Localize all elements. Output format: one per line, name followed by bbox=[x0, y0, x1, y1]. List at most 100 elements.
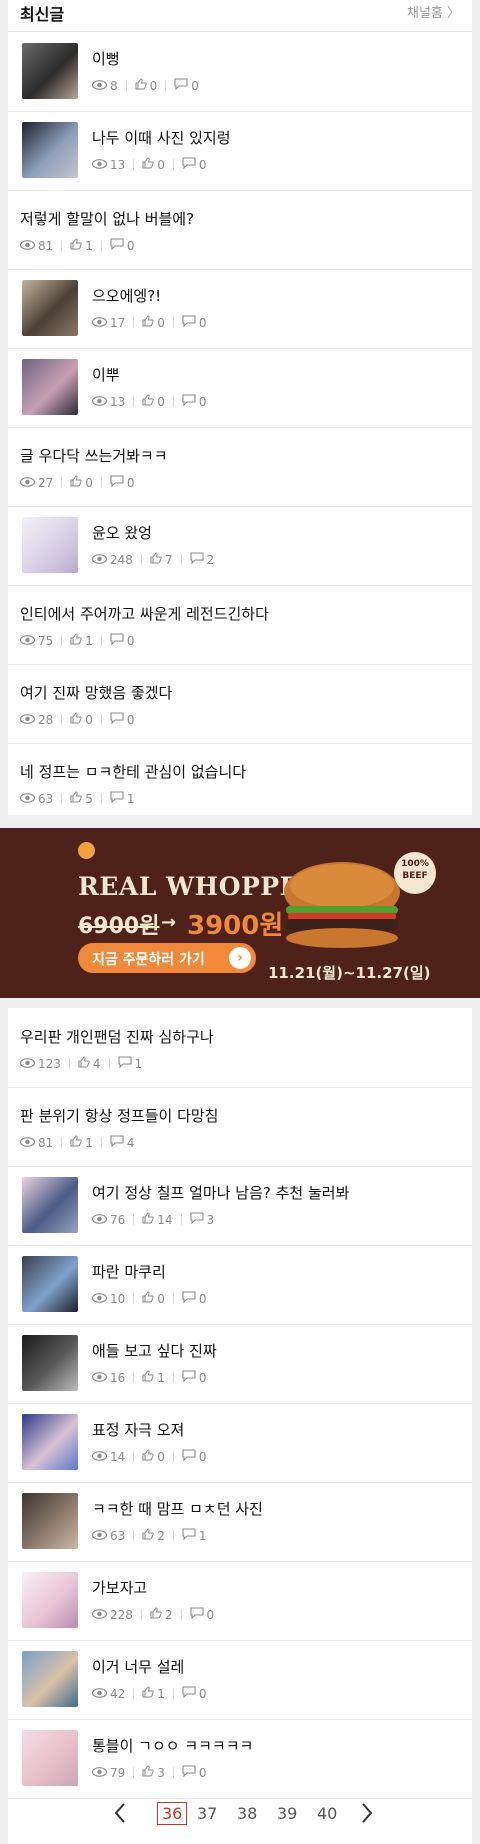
like-count-value: 0 bbox=[157, 394, 165, 409]
like-count: 0 bbox=[142, 394, 165, 409]
post-thumbnail[interactable] bbox=[22, 1651, 78, 1707]
comment-count: 0 bbox=[182, 1686, 207, 1701]
list-item[interactable]: 여기 진짜 망했음 좋겠다 28 0 0 bbox=[8, 664, 472, 744]
comment-icon bbox=[110, 1135, 127, 1150]
comment-count-value: 3 bbox=[206, 1212, 215, 1227]
like-count-value: 0 bbox=[157, 315, 165, 330]
post-title[interactable]: 이뿌 bbox=[92, 364, 120, 385]
order-now-button[interactable]: 지금 주문하러 가기 › bbox=[78, 943, 256, 973]
burger-king-logo bbox=[78, 842, 95, 859]
post-meta: 81 1 4 bbox=[19, 1135, 135, 1150]
post-thumbnail[interactable] bbox=[22, 1256, 78, 1312]
view-count: 27 bbox=[19, 476, 53, 490]
view-count: 248 bbox=[91, 553, 133, 567]
list-item[interactable]: 나두 이때 사진 있지렁 13 0 0 bbox=[8, 111, 472, 191]
post-thumbnail[interactable] bbox=[22, 1177, 78, 1233]
prev-page-icon[interactable] bbox=[113, 1802, 127, 1828]
post-title[interactable]: 글 우다닥 쓰는거봐ㅋㅋ bbox=[20, 445, 168, 466]
page-36[interactable]: 36 bbox=[157, 1802, 188, 1825]
post-thumbnail[interactable] bbox=[22, 1572, 78, 1628]
post-thumbnail[interactable] bbox=[22, 1730, 78, 1786]
post-title[interactable]: 판 분위기 항상 정프들이 다망침 bbox=[20, 1105, 218, 1126]
post-title[interactable]: 가보자고 bbox=[92, 1577, 147, 1598]
post-title[interactable]: 이뻥 bbox=[92, 48, 120, 69]
post-title[interactable]: 이거 너무 설레 bbox=[92, 1656, 184, 1677]
post-title[interactable]: 나두 이때 사진 있지렁 bbox=[92, 127, 231, 148]
comment-icon bbox=[182, 315, 199, 330]
comment-count-value: 1 bbox=[134, 1056, 143, 1071]
post-thumbnail[interactable] bbox=[22, 359, 78, 415]
post-title[interactable]: 인티에서 주어까고 싸운게 레전드긴하다 bbox=[20, 603, 269, 624]
post-title[interactable]: 애들 보고 싶다 진짜 bbox=[92, 1340, 217, 1361]
list-item[interactable]: 이뻥 8 0 0 bbox=[8, 32, 472, 112]
comment-count: 0 bbox=[182, 157, 207, 172]
view-count: 81 bbox=[19, 1136, 53, 1150]
comment-count-value: 1 bbox=[126, 791, 135, 806]
view-count: 42 bbox=[91, 1687, 125, 1701]
post-title[interactable]: 표정 자극 오져 bbox=[92, 1419, 184, 1440]
list-item[interactable]: 가보자고 228 2 0 bbox=[8, 1561, 472, 1641]
list-item[interactable]: 네 정프는 ㅁㅋ한테 관심이 없습니다 63 5 1 bbox=[8, 743, 472, 823]
list-item[interactable]: 글 우다닥 쓰는거봐ㅋㅋ 27 0 0 bbox=[8, 427, 472, 507]
post-title[interactable]: 파란 마쿠리 bbox=[92, 1261, 166, 1282]
post-title[interactable]: 윤오 왔엉 bbox=[92, 522, 152, 543]
post-title[interactable]: 네 정프는 ㅁㅋ한테 관심이 없습니다 bbox=[20, 761, 246, 782]
view-count-value: 13 bbox=[110, 157, 126, 172]
post-title[interactable]: 저렇게 할말이 없나 버블에? bbox=[20, 208, 194, 229]
list-item[interactable]: 인티에서 주어까고 싸운게 레전드긴하다 75 1 0 bbox=[8, 585, 472, 665]
thumbs-up-icon bbox=[142, 1765, 157, 1780]
thumbs-up-icon bbox=[78, 1056, 93, 1071]
like-count: 3 bbox=[142, 1765, 165, 1780]
post-thumbnail[interactable] bbox=[22, 43, 78, 99]
post-meta: 63 5 1 bbox=[19, 791, 135, 806]
list-item[interactable]: 으오에엥?! 17 0 0 bbox=[8, 269, 472, 349]
view-count: 79 bbox=[91, 1766, 125, 1780]
like-count-value: 4 bbox=[92, 1056, 101, 1071]
list-item[interactable]: 이뿌 13 0 0 bbox=[8, 348, 472, 428]
post-thumbnail[interactable] bbox=[22, 517, 78, 573]
post-thumbnail[interactable] bbox=[22, 1414, 78, 1470]
comment-count: 0 bbox=[182, 315, 207, 330]
post-title[interactable]: 우리판 개인팬덤 진짜 심하구나 bbox=[20, 1026, 214, 1047]
view-count: 28 bbox=[19, 713, 53, 727]
comment-count: 0 bbox=[182, 394, 207, 409]
comment-count: 0 bbox=[110, 475, 135, 490]
list-item[interactable]: 표정 자극 오져 14 0 0 bbox=[8, 1403, 472, 1483]
comment-count-value: 0 bbox=[198, 1449, 207, 1464]
like-count: 0 bbox=[142, 315, 165, 330]
post-thumbnail[interactable] bbox=[22, 280, 78, 336]
page-38[interactable]: 38 bbox=[237, 1804, 257, 1823]
page-40[interactable]: 40 bbox=[317, 1804, 337, 1823]
list-item[interactable]: ㅋㅋ한 때 맘프 ㅁㅊ던 사진 63 2 1 bbox=[8, 1482, 472, 1562]
list-item[interactable]: 애들 보고 싶다 진짜 16 1 0 bbox=[8, 1324, 472, 1404]
eye-icon bbox=[91, 1687, 110, 1701]
post-title[interactable]: ㅋㅋ한 때 맘프 ㅁㅊ던 사진 bbox=[92, 1498, 263, 1519]
list-item[interactable]: 저렇게 할말이 없나 버블에? 81 1 0 bbox=[8, 190, 472, 270]
list-item[interactable]: 여기 정상 칠프 얼마나 남음? 추천 눌러봐 76 14 3 bbox=[8, 1166, 472, 1246]
comment-icon bbox=[182, 1449, 199, 1464]
post-thumbnail[interactable] bbox=[22, 122, 78, 178]
page-37[interactable]: 37 bbox=[197, 1804, 217, 1823]
view-count-value: 13 bbox=[110, 394, 126, 409]
list-item[interactable]: 통블이 ㄱㅇㅇ ㅋㅋㅋㅋㅋ 79 3 0 bbox=[8, 1719, 472, 1799]
section-title: 최신글 bbox=[20, 5, 65, 24]
list-item[interactable]: 판 분위기 항상 정프들이 다망침 81 1 4 bbox=[8, 1087, 472, 1167]
channel-home-link[interactable]: 채널홈 〉 bbox=[407, 2, 460, 21]
post-title[interactable]: 여기 진짜 망했음 좋겠다 bbox=[20, 682, 172, 703]
post-title[interactable]: 으오에엥?! bbox=[92, 285, 161, 306]
comment-count: 0 bbox=[182, 1370, 207, 1385]
list-item[interactable]: 우리판 개인팬덤 진짜 심하구나 123 4 1 bbox=[8, 1008, 472, 1088]
post-thumbnail[interactable] bbox=[22, 1335, 78, 1391]
post-thumbnail[interactable] bbox=[22, 1493, 78, 1549]
burger-king-ad-banner[interactable]: REAL WHOPPER® 6900원 → 3900원 지금 주문하러 가기 ›… bbox=[0, 828, 480, 998]
view-count-value: 75 bbox=[38, 633, 54, 648]
page-39[interactable]: 39 bbox=[277, 1804, 297, 1823]
list-item[interactable]: 파란 마쿠리 10 0 0 bbox=[8, 1245, 472, 1325]
list-item[interactable]: 윤오 왔엉 248 7 2 bbox=[8, 506, 472, 586]
post-title[interactable]: 여기 정상 칠프 얼마나 남음? 추천 눌러봐 bbox=[92, 1182, 349, 1203]
post-title[interactable]: 통블이 ㄱㅇㅇ ㅋㅋㅋㅋㅋ bbox=[92, 1735, 253, 1756]
next-page-icon[interactable] bbox=[360, 1802, 374, 1828]
eye-icon bbox=[19, 1057, 38, 1071]
comment-icon bbox=[182, 1528, 199, 1543]
list-item[interactable]: 이거 너무 설레 42 1 0 bbox=[8, 1640, 472, 1720]
